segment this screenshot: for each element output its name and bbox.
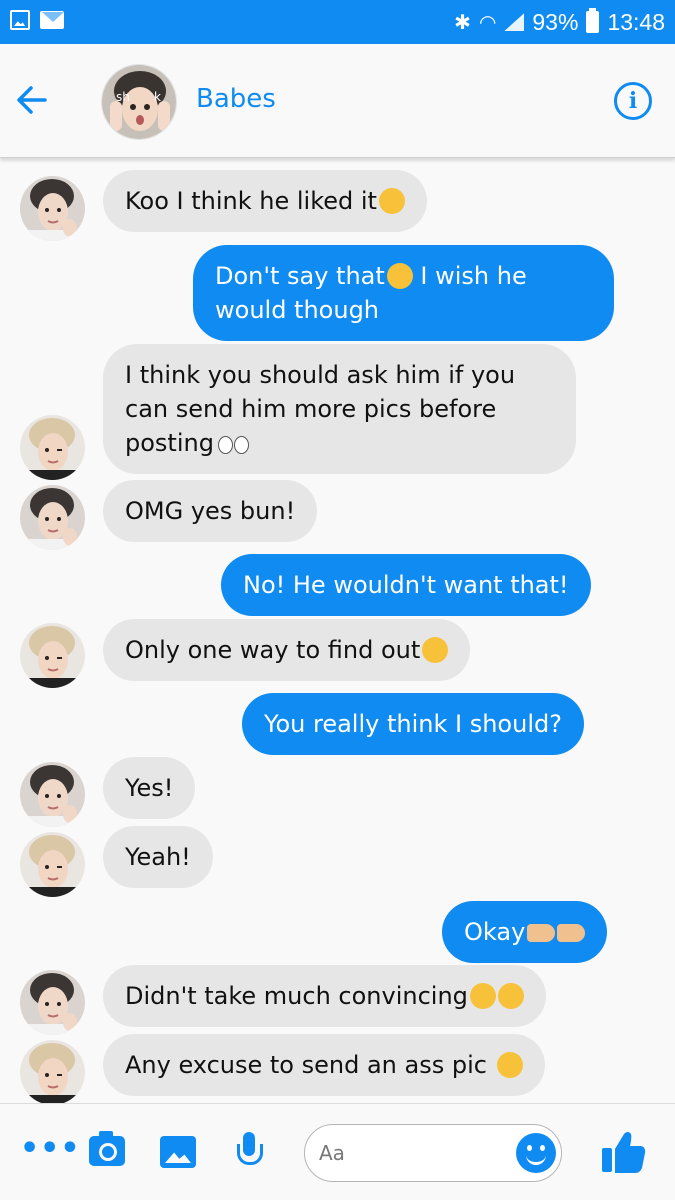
message-text: Okay — [464, 918, 526, 946]
svg-text:k: k — [154, 90, 161, 104]
system-icons: ✱ ◠ 93% 13:48 — [454, 6, 665, 38]
emoji-picker-icon[interactable] — [516, 1133, 556, 1173]
sender-avatar[interactable] — [20, 762, 85, 827]
contact-avatar-image: sh k — [102, 65, 176, 139]
microphone-icon[interactable] — [234, 1132, 264, 1174]
sender-avatar[interactable] — [20, 832, 85, 897]
message-text: Only one way to find out — [125, 636, 421, 664]
sender-avatar[interactable] — [20, 485, 85, 550]
sender-avatar[interactable] — [20, 1040, 85, 1103]
message-bubble-outgoing[interactable]: Don't say that I wish he would though — [193, 245, 614, 341]
eyes-emoji-icon — [216, 430, 250, 456]
wifi-icon: ◠ — [478, 11, 497, 34]
thumbs-up-icon[interactable] — [600, 1130, 646, 1174]
conversation-header: sh k Babes i — [0, 44, 675, 158]
info-icon[interactable]: i — [614, 82, 652, 120]
message-text: Didn't take much convincing — [125, 982, 468, 1010]
pointing-hands-emoji-icon — [557, 924, 586, 942]
message-text: Koo I think he liked it — [125, 187, 377, 215]
message-bubble-incoming[interactable]: Any excuse to send an ass pic — [103, 1034, 545, 1096]
camera-icon[interactable] — [89, 1131, 125, 1166]
battery-percent: 93% — [532, 8, 579, 35]
message-bubble-incoming[interactable]: OMG yes bun! — [103, 480, 318, 542]
sunglasses-emoji-icon — [422, 637, 449, 663]
wink-emoji-icon — [496, 1052, 523, 1078]
sender-avatar[interactable] — [20, 415, 85, 480]
message-bubble-incoming[interactable]: Didn't take much convincing — [103, 965, 546, 1027]
contact-name[interactable]: Babes — [196, 84, 276, 114]
laughing-tears-emoji-icon — [469, 983, 496, 1009]
back-arrow-icon[interactable] — [14, 82, 50, 118]
laughing-tears-emoji-icon — [497, 983, 524, 1009]
message-text: Any excuse to send an ass pic — [125, 1051, 495, 1079]
message-thread[interactable]: Koo I think he liked it Don't say that I… — [0, 158, 675, 1103]
message-input-wrapper — [304, 1124, 562, 1182]
message-text: I think you should ask him if you can se… — [125, 361, 516, 457]
svg-text:sh: sh — [116, 90, 130, 104]
notification-icons — [10, 10, 64, 30]
message-bubble-incoming[interactable]: I think you should ask him if you can se… — [103, 344, 576, 474]
mail-notification-icon — [40, 11, 64, 29]
composer-bar: ••• — [0, 1103, 675, 1200]
sender-avatar[interactable] — [20, 623, 85, 688]
message-bubble-incoming[interactable]: Only one way to find out — [103, 619, 471, 681]
contact-avatar[interactable]: sh k — [101, 64, 177, 140]
message-bubble-outgoing[interactable]: You really think I should? — [242, 693, 584, 755]
battery-icon — [586, 8, 600, 33]
gallery-icon[interactable] — [160, 1136, 196, 1168]
sender-avatar[interactable] — [20, 176, 85, 241]
bluetooth-icon: ✱ — [454, 11, 471, 34]
more-options-icon[interactable]: ••• — [20, 1134, 81, 1164]
message-text: Don't say that — [215, 262, 385, 290]
signal-icon — [504, 13, 525, 31]
message-bubble-incoming[interactable]: Yeah! — [103, 826, 213, 888]
message-text: You really think I should? — [264, 710, 562, 738]
status-bar: ✱ ◠ 93% 13:48 — [0, 0, 675, 44]
message-text: Yeah! — [125, 843, 191, 871]
message-bubble-outgoing[interactable]: No! He wouldn't want that! — [221, 554, 591, 616]
message-text: No! He wouldn't want that! — [243, 571, 569, 599]
worried-emoji-icon — [386, 263, 413, 289]
smirk-emoji-icon — [378, 188, 405, 214]
clock: 13:48 — [607, 8, 665, 35]
pointing-hands-emoji-icon — [527, 924, 556, 942]
message-text: Yes! — [125, 774, 174, 802]
message-bubble-incoming[interactable]: Yes! — [103, 757, 196, 819]
sender-avatar[interactable] — [20, 970, 85, 1035]
gallery-notification-icon — [10, 10, 30, 30]
message-input[interactable] — [319, 1137, 509, 1169]
message-bubble-outgoing[interactable]: Okay — [442, 901, 608, 963]
message-bubble-incoming[interactable]: Koo I think he liked it — [103, 170, 427, 232]
message-text: OMG yes bun! — [125, 497, 296, 525]
